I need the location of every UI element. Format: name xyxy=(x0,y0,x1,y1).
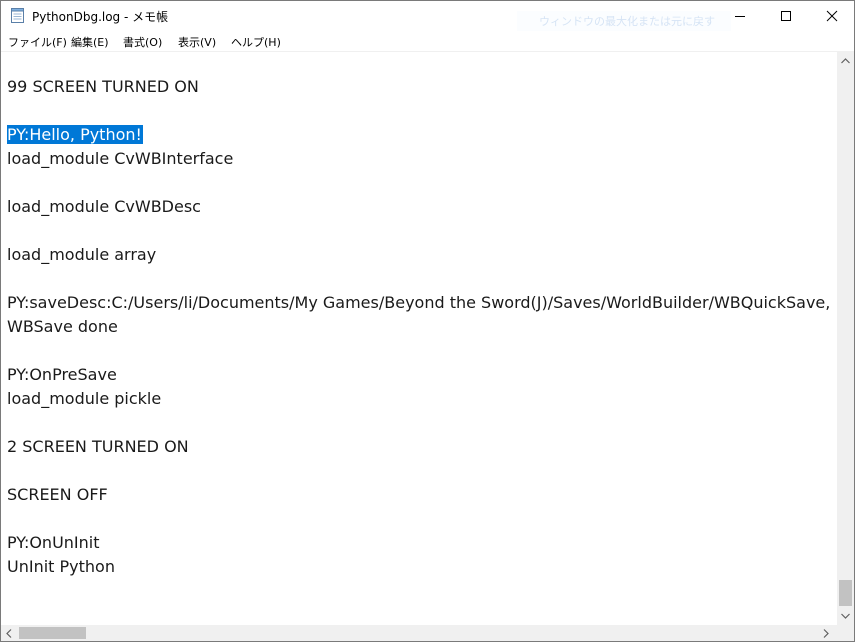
menu-view[interactable]: 表示(V) xyxy=(178,34,216,50)
close-icon xyxy=(826,10,838,22)
minimize-icon xyxy=(735,16,745,17)
menu-edit[interactable]: 編集(E) xyxy=(71,34,109,50)
text-line: WBSave done xyxy=(7,317,118,336)
window-title: PythonDbg.log - メモ帳 xyxy=(32,10,169,24)
scroll-left-icon[interactable] xyxy=(6,629,12,638)
text-line: load_module array xyxy=(7,245,157,264)
menu-bar: ファイル(F) 編集(E) 書式(O) 表示(V) ヘルプ(H) xyxy=(1,31,854,52)
notepad-window: PythonDbg.log - メモ帳 ウィンドウの最大化または元に戻す ファイ… xyxy=(0,0,855,642)
horizontal-scroll-thumb[interactable] xyxy=(19,627,86,639)
close-button[interactable] xyxy=(809,1,854,31)
text-selection[interactable]: PY:Hello, Python! xyxy=(7,125,143,144)
vertical-scroll-thumb[interactable] xyxy=(839,580,852,606)
minimize-button[interactable] xyxy=(717,1,763,31)
text-line: SCREEN OFF xyxy=(7,485,108,504)
horizontal-scrollbar[interactable] xyxy=(1,625,837,641)
maximize-button[interactable] xyxy=(763,1,809,31)
text-line: UnInit Python xyxy=(7,557,115,576)
text-line-selected: PY:Hello, Python! xyxy=(7,123,143,147)
text-line: 2 SCREEN TURNED ON xyxy=(7,437,189,456)
text-editor[interactable]: 99 SCREEN TURNED ON PY:Hello, Python! lo… xyxy=(1,52,837,625)
maximize-icon xyxy=(781,11,791,21)
vertical-scrollbar[interactable] xyxy=(837,52,854,625)
text-line: PY:saveDesc:C:/Users/li/Documents/My Gam… xyxy=(7,293,831,312)
menu-help[interactable]: ヘルプ(H) xyxy=(231,34,281,50)
title-bar[interactable]: PythonDbg.log - メモ帳 ウィンドウの最大化または元に戻す xyxy=(1,1,854,33)
scroll-down-icon[interactable] xyxy=(841,613,850,619)
text-line: 99 SCREEN TURNED ON xyxy=(7,77,199,96)
text-line: load_module pickle xyxy=(7,389,162,408)
scrollbar-corner xyxy=(837,625,854,641)
maximize-tooltip: ウィンドウの最大化または元に戻す xyxy=(517,11,731,33)
text-line: PY:OnPreSave xyxy=(7,365,117,384)
menu-file[interactable]: ファイル(F) xyxy=(8,34,67,50)
text-line: load_module CvWBDesc xyxy=(7,197,201,216)
notepad-icon[interactable] xyxy=(11,8,24,23)
menu-format[interactable]: 書式(O) xyxy=(123,34,162,50)
scroll-up-icon[interactable] xyxy=(841,58,850,64)
scroll-right-icon[interactable] xyxy=(823,629,829,638)
text-line: load_module CvWBInterface xyxy=(7,149,234,168)
text-line: PY:OnUnInit xyxy=(7,533,100,552)
